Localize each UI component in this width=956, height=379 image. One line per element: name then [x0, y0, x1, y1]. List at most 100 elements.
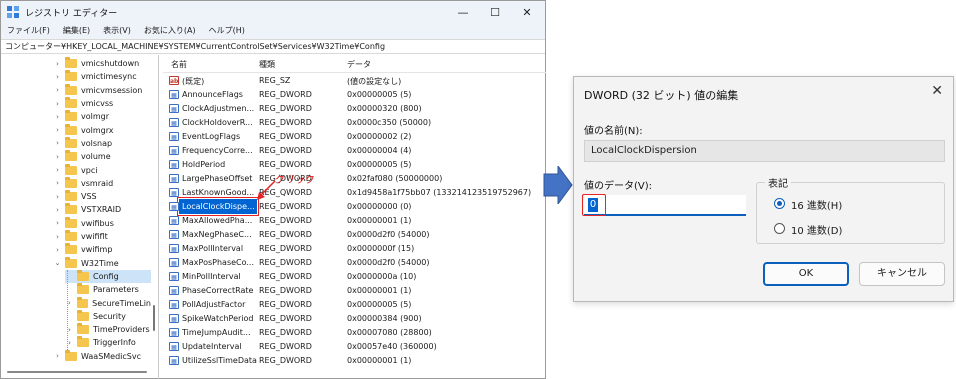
tree-item[interactable]: ⌄ W32Time — [53, 256, 151, 270]
chevron-right-icon[interactable]: › — [53, 113, 62, 121]
chevron-right-icon[interactable]: › — [53, 100, 62, 108]
tree-item-label: TimeProviders — [93, 325, 150, 335]
menu-view[interactable]: 表示(V) — [103, 23, 131, 39]
folder-icon — [77, 269, 89, 281]
folder-icon — [77, 336, 89, 348]
chevron-right-icon[interactable]: › — [53, 206, 62, 214]
value-row[interactable]: ▦ MaxPollInterval REG_DWORD 0x0000000f (15) — [163, 242, 546, 256]
chevron-right-icon[interactable]: › — [53, 139, 62, 147]
tree-item[interactable]: › TriggerInfo — [65, 336, 151, 349]
menu-help[interactable]: ヘルプ(H) — [209, 23, 245, 39]
tree-item[interactable]: › TimeProviders — [65, 323, 151, 336]
value-name: AnnounceFlags — [182, 90, 243, 99]
value-row[interactable]: ▦ MaxAllowedPha... REG_DWORD 0x00000001 (1) — [163, 214, 546, 228]
chevron-right-icon[interactable]: › — [53, 233, 62, 241]
value-row[interactable]: ▦ TimeJumpAudit... REG_DWORD 0x00007080 (28… — [163, 326, 546, 340]
tree-item[interactable]: › VSTXRAID — [53, 203, 151, 216]
chevron-right-icon[interactable]: › — [53, 86, 62, 94]
column-data-header[interactable]: データ — [347, 59, 371, 70]
chevron-right-icon[interactable]: › — [53, 352, 62, 360]
close-icon: ✕ — [522, 5, 532, 19]
value-row[interactable]: ▦ PhaseCorrectRate REG_DWORD 0x00000001 (1) — [163, 284, 546, 298]
tree-item[interactable]: › vmicvss — [53, 97, 151, 110]
minimize-button[interactable]: — — [447, 1, 479, 23]
value-row[interactable]: ▦ LargePhaseOffset REG_DWORD 0x02faf080 (50… — [163, 172, 546, 186]
address-bar[interactable]: コンピューター¥HKEY_LOCAL_MACHINE¥SYSTEM¥Curren… — [1, 39, 545, 54]
chevron-right-icon[interactable]: › — [53, 246, 62, 254]
tree-item[interactable]: › vmictimesync — [53, 70, 151, 83]
value-row[interactable]: ▦ UtilizeSslTimeData REG_DWORD 0x00000001 (… — [163, 354, 546, 368]
tree-item[interactable]: › VSS — [53, 190, 151, 203]
menu-edit[interactable]: 編集(E) — [63, 23, 90, 39]
menu-file[interactable]: ファイル(F) — [7, 23, 50, 39]
tree-horizontal-scrollbar[interactable] — [7, 371, 147, 373]
annotation-arrow-icon — [257, 180, 276, 200]
column-type-header[interactable]: 種類 — [259, 59, 275, 70]
column-name-header[interactable]: 名前 — [171, 59, 187, 70]
string-value-icon: ab — [169, 76, 179, 85]
close-button[interactable]: ✕ — [511, 1, 543, 23]
value-row[interactable]: ▦ EventLogFlags REG_DWORD 0x00000002 (2) — [163, 130, 546, 144]
tree-vertical-scrollbar[interactable] — [150, 55, 158, 379]
chevron-right-icon[interactable]: › — [53, 73, 62, 81]
value-row[interactable]: ▦ LocalClockDispe... REG_DWORD 0x00000000 (… — [163, 197, 546, 216]
chevron-right-icon[interactable]: › — [53, 179, 62, 187]
chevron-right-icon[interactable]: › — [53, 60, 62, 68]
tree-item[interactable]: Config — [65, 269, 151, 284]
tree-item[interactable]: Security — [65, 309, 151, 323]
value-data: 0x00000001 (1) — [347, 216, 412, 225]
value-data-input[interactable]: 0 — [584, 195, 746, 216]
menu-favorites[interactable]: お気に入り(A) — [144, 23, 196, 39]
tree-item[interactable]: › volmgrx — [53, 123, 151, 137]
binary-value-icon: ▦ — [169, 328, 179, 337]
maximize-button[interactable]: ☐ — [479, 1, 511, 23]
value-row[interactable]: ▦ UpdateInterval REG_DWORD 0x00057e40 (3600… — [163, 340, 546, 354]
value-data-label: 値のデータ(V): — [584, 181, 653, 192]
chevron-right-icon[interactable]: › — [53, 126, 62, 134]
chevron-down-icon[interactable]: ⌄ — [53, 259, 62, 267]
tree-item[interactable]: › vsmraid — [53, 176, 151, 190]
value-row[interactable]: ▦ ClockAdjustmen... REG_DWORD 0x00000320 (8… — [163, 102, 546, 116]
chevron-right-icon[interactable]: › — [53, 153, 62, 161]
decimal-radio[interactable] — [774, 223, 785, 234]
value-row[interactable]: ▦ ClockHoldoverR... REG_DWORD 0x0000c350 (5… — [163, 116, 546, 130]
tree-item[interactable]: › volmgr — [53, 110, 151, 123]
hex-radio[interactable] — [774, 198, 785, 209]
dialog-close-icon[interactable]: ✕ — [931, 83, 943, 99]
tree-item[interactable]: › vmicshutdown — [53, 57, 151, 70]
value-name: PhaseCorrectRate — [182, 286, 254, 295]
binary-value-icon: ▦ — [169, 90, 179, 99]
value-row[interactable]: ab (既定) REG_SZ (値の設定なし) — [163, 74, 546, 88]
scroll-thumb[interactable] — [153, 305, 155, 331]
value-type: REG_DWORD — [259, 272, 312, 281]
tree-item[interactable]: › vwififlt — [53, 230, 151, 243]
tree-item[interactable]: › WaaSMedicSvc — [53, 349, 151, 363]
hex-radio-label[interactable]: 16 進数(H) — [791, 197, 842, 212]
tree-item[interactable]: › vwifibus — [53, 216, 151, 230]
value-row[interactable]: ▦ SpikeWatchPeriod REG_DWORD 0x00000384 (90… — [163, 312, 546, 326]
tree-item[interactable]: › vwifimp — [53, 243, 151, 256]
cancel-button[interactable]: キャンセル — [859, 262, 945, 286]
value-row[interactable]: ▦ HoldPeriod REG_DWORD 0x00000005 (5) — [163, 158, 546, 172]
decimal-radio-label[interactable]: 10 進数(D) — [791, 222, 842, 237]
tree-item[interactable]: › volsnap — [53, 136, 151, 150]
tree-item[interactable]: › vpci — [53, 163, 151, 176]
chevron-right-icon[interactable]: › — [53, 219, 62, 227]
value-row[interactable]: ▦ MinPollInterval REG_DWORD 0x0000000a (10) — [163, 270, 546, 284]
chevron-right-icon[interactable]: › — [53, 193, 62, 201]
tree-item[interactable]: › SecureTimeLin — [65, 296, 151, 309]
value-row[interactable]: ▦ MaxNegPhaseC... REG_DWORD 0x0000d2f0 (540… — [163, 228, 546, 242]
chevron-right-icon[interactable]: › — [53, 166, 62, 174]
folder-icon — [65, 123, 77, 135]
value-row[interactable]: ▦ FrequencyCorre... REG_DWORD 0x00000004 (4… — [163, 144, 546, 158]
value-row[interactable]: ▦ AnnounceFlags REG_DWORD 0x00000005 (5) — [163, 88, 546, 102]
ok-button[interactable]: OK — [763, 262, 849, 286]
value-row[interactable]: ▦ PollAdjustFactor REG_DWORD 0x00000005 (5) — [163, 298, 546, 312]
value-row[interactable]: ▦ LastKnownGood... REG_QWORD 0x1d9458a1f75b… — [163, 186, 546, 200]
value-row[interactable]: ▦ MaxPosPhaseCo... REG_DWORD 0x0000d2f0 (54… — [163, 256, 546, 270]
folder-icon — [65, 243, 77, 255]
binary-value-icon: ▦ — [169, 146, 179, 155]
tree-item[interactable]: Parameters — [65, 283, 151, 296]
tree-item[interactable]: › vmicvmsession — [53, 83, 151, 97]
tree-item[interactable]: › volume — [53, 150, 151, 163]
